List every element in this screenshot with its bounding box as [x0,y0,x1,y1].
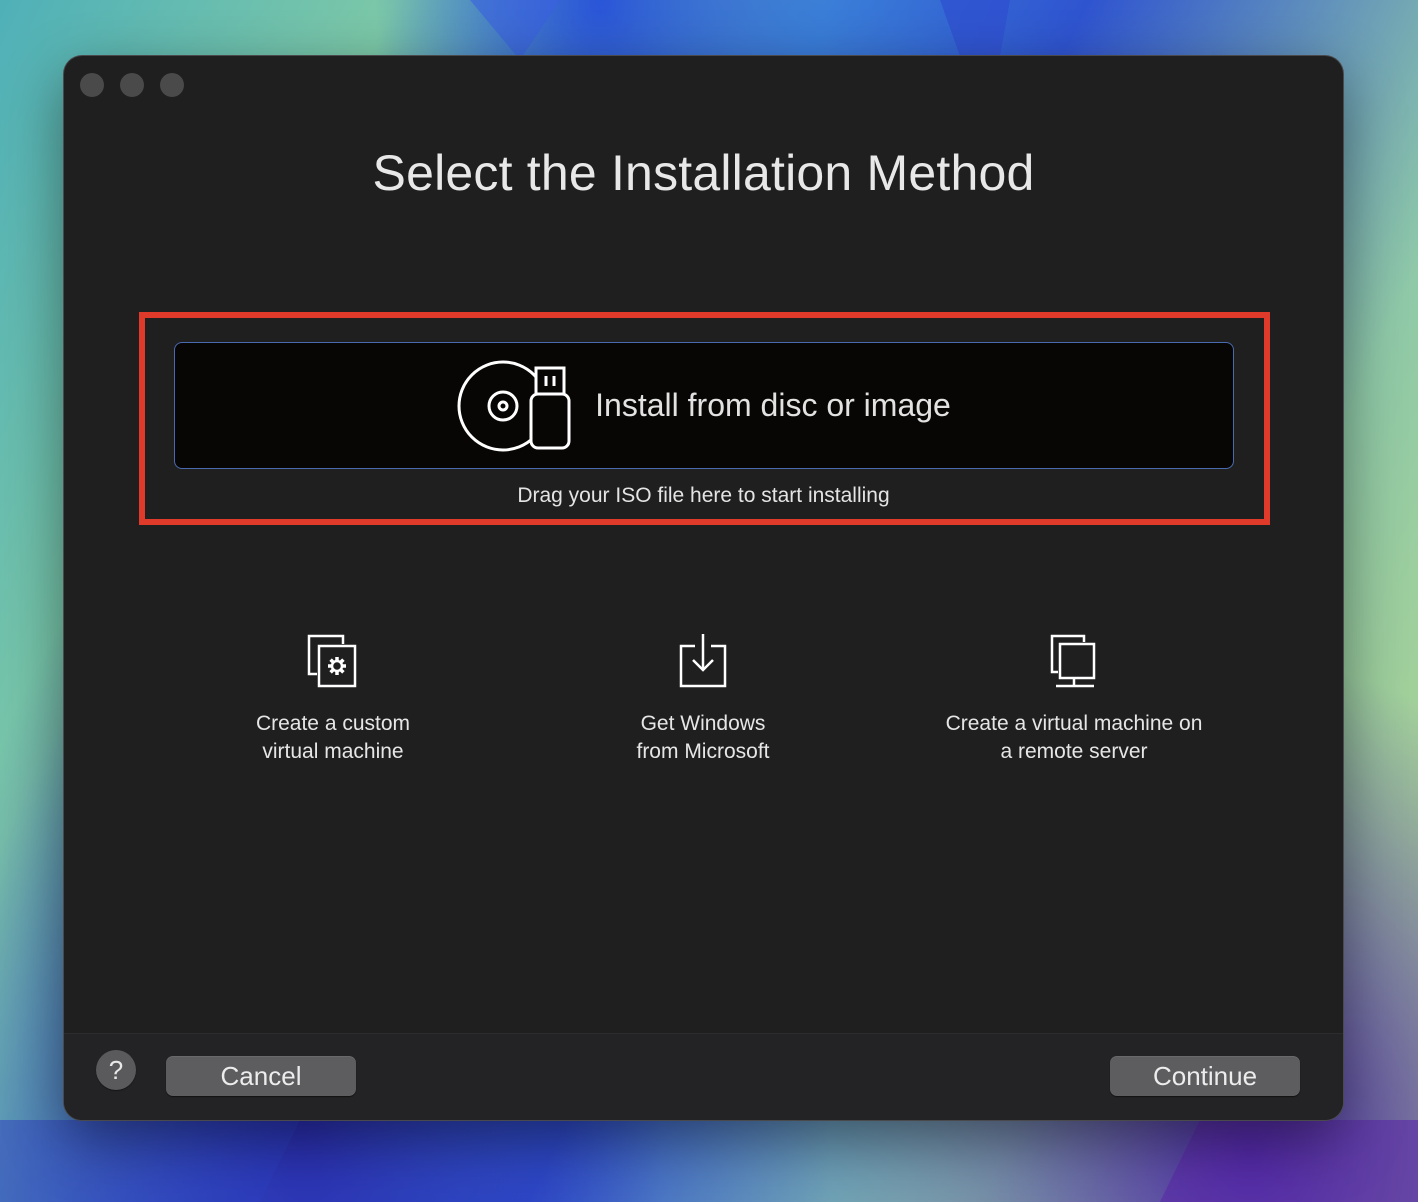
option-label-line2: from Microsoft [636,740,770,763]
minimize-window-button[interactable] [120,73,144,97]
remote-server-icon [1050,634,1096,688]
close-window-button[interactable] [80,73,104,97]
option-label-line1: Create a custom [255,712,411,735]
window-controls [80,73,184,97]
drag-iso-hint: Drag your ISO file here to start install… [517,484,890,507]
installer-window: Select the Installation Method Install f… [64,56,1343,1120]
continue-button[interactable]: Continue [1110,1056,1300,1096]
disc-usb-icon [457,360,571,451]
download-icon [679,634,727,688]
install-from-disc-label: Install from disc or image [595,387,951,423]
create-custom-vm-option[interactable]: Create a custom virtual machine [163,630,503,766]
option-label-line1: Get Windows [640,712,766,735]
zoom-window-button[interactable] [160,73,184,97]
footer-bar: ? Cancel Continue [64,1033,1343,1120]
cancel-button[interactable]: Cancel [166,1056,356,1096]
install-from-disc-button[interactable]: Install from disc or image [174,342,1234,469]
get-windows-option[interactable]: Get Windows from Microsoft [533,630,873,766]
help-button[interactable]: ? [96,1050,136,1090]
option-label-line2: a remote server [1000,740,1148,763]
custom-vm-gear-icon [307,634,357,688]
option-label-line2: virtual machine [262,740,404,763]
page-title: Select the Installation Method [372,145,1035,201]
remote-server-vm-option[interactable]: Create a virtual machine on a remote ser… [904,630,1244,766]
option-label-line1: Create a virtual machine on [945,712,1203,735]
